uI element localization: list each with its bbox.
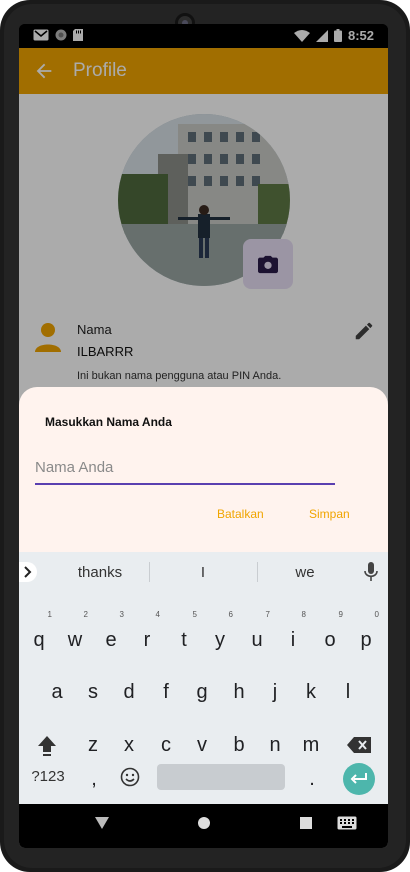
suggestion-2[interactable]: I [159,564,247,581]
key-label: u [251,629,263,651]
suggestion-strip: thanks I we [19,552,388,592]
period-key[interactable]: . [295,759,329,799]
expand-toolbar-button[interactable] [19,562,37,582]
key-r[interactable]: r4 [130,610,164,660]
key-p[interactable]: p0 [349,610,383,660]
key-j[interactable]: j [258,672,292,712]
key-c[interactable]: c [149,725,183,765]
key-v[interactable]: v [185,725,219,765]
key-label: w [67,629,83,651]
key-hint: 0 [374,610,379,619]
key-y[interactable]: y6 [203,610,237,660]
device-frame: 8:52 Profile Nama ILBARRR Ini bukan nama… [0,0,410,872]
key-t[interactable]: t5 [167,610,201,660]
key-hint: 3 [119,610,124,619]
key-hint: 5 [192,610,197,619]
key-label: y [215,629,225,651]
key-label: o [324,629,336,651]
key-o[interactable]: o9 [313,610,347,660]
key-label: p [360,629,372,651]
key-label: t [181,629,187,651]
key-k[interactable]: k [294,672,328,712]
key-label: q [33,629,45,651]
keyboard-switch-icon[interactable] [337,816,357,830]
back-triangle-icon[interactable] [95,816,109,830]
key-q[interactable]: q1 [22,610,56,660]
key-i[interactable]: i8 [276,610,310,660]
enter-icon [350,773,367,784]
chevron-right-icon [24,566,32,578]
key-label: i [290,629,296,651]
key-hint: 4 [155,610,160,619]
key-n[interactable]: n [258,725,292,765]
suggestion-divider [257,562,258,582]
key-hint: 1 [47,610,52,619]
key-g[interactable]: g [185,672,219,712]
key-label: r [143,629,151,651]
key-hint: 9 [338,610,343,619]
key-h[interactable]: h [222,672,256,712]
emoji-icon [120,767,140,787]
key-label: e [105,629,117,651]
key-hint: 7 [265,610,270,619]
dialog-title: Masukkan Nama Anda [45,415,172,429]
save-button[interactable]: Simpan [309,507,350,521]
key-l[interactable]: l [331,672,365,712]
emoji-key[interactable] [117,757,143,797]
key-s[interactable]: s [76,672,110,712]
screen: 8:52 Profile Nama ILBARRR Ini bukan nama… [19,24,388,848]
name-dialog: Masukkan Nama Anda Batalkan Simpan [19,387,388,552]
navigation-bar [19,804,388,848]
key-d[interactable]: d [112,672,146,712]
backspace-icon [347,737,371,753]
enter-key[interactable] [343,763,375,795]
home-circle-icon[interactable] [197,816,211,830]
microphone-icon[interactable] [364,562,378,582]
suggestion-divider [149,562,150,582]
key-b[interactable]: b [222,725,256,765]
recents-square-icon[interactable] [299,816,313,830]
key-a[interactable]: a [40,672,74,712]
backspace-key[interactable] [343,725,375,765]
key-e[interactable]: e3 [94,610,128,660]
comma-key[interactable]: , [77,759,111,799]
soft-keyboard: thanks I we q1 w2 e3 r4 t5 y6 u7 i8 o9 p… [19,552,388,804]
key-hint: 8 [301,610,306,619]
name-input[interactable] [35,453,335,481]
cancel-button[interactable]: Batalkan [217,507,264,521]
key-w[interactable]: w2 [58,610,92,660]
name-field-container [35,453,335,485]
symbols-key[interactable]: ?123 [25,757,71,797]
shift-icon [38,736,56,756]
key-u[interactable]: u7 [240,610,274,660]
key-hint: 2 [83,610,88,619]
key-hint: 6 [228,610,233,619]
key-f[interactable]: f [149,672,183,712]
space-key[interactable] [157,764,285,790]
suggestion-1[interactable]: thanks [59,564,141,581]
suggestion-3[interactable]: we [267,564,343,581]
